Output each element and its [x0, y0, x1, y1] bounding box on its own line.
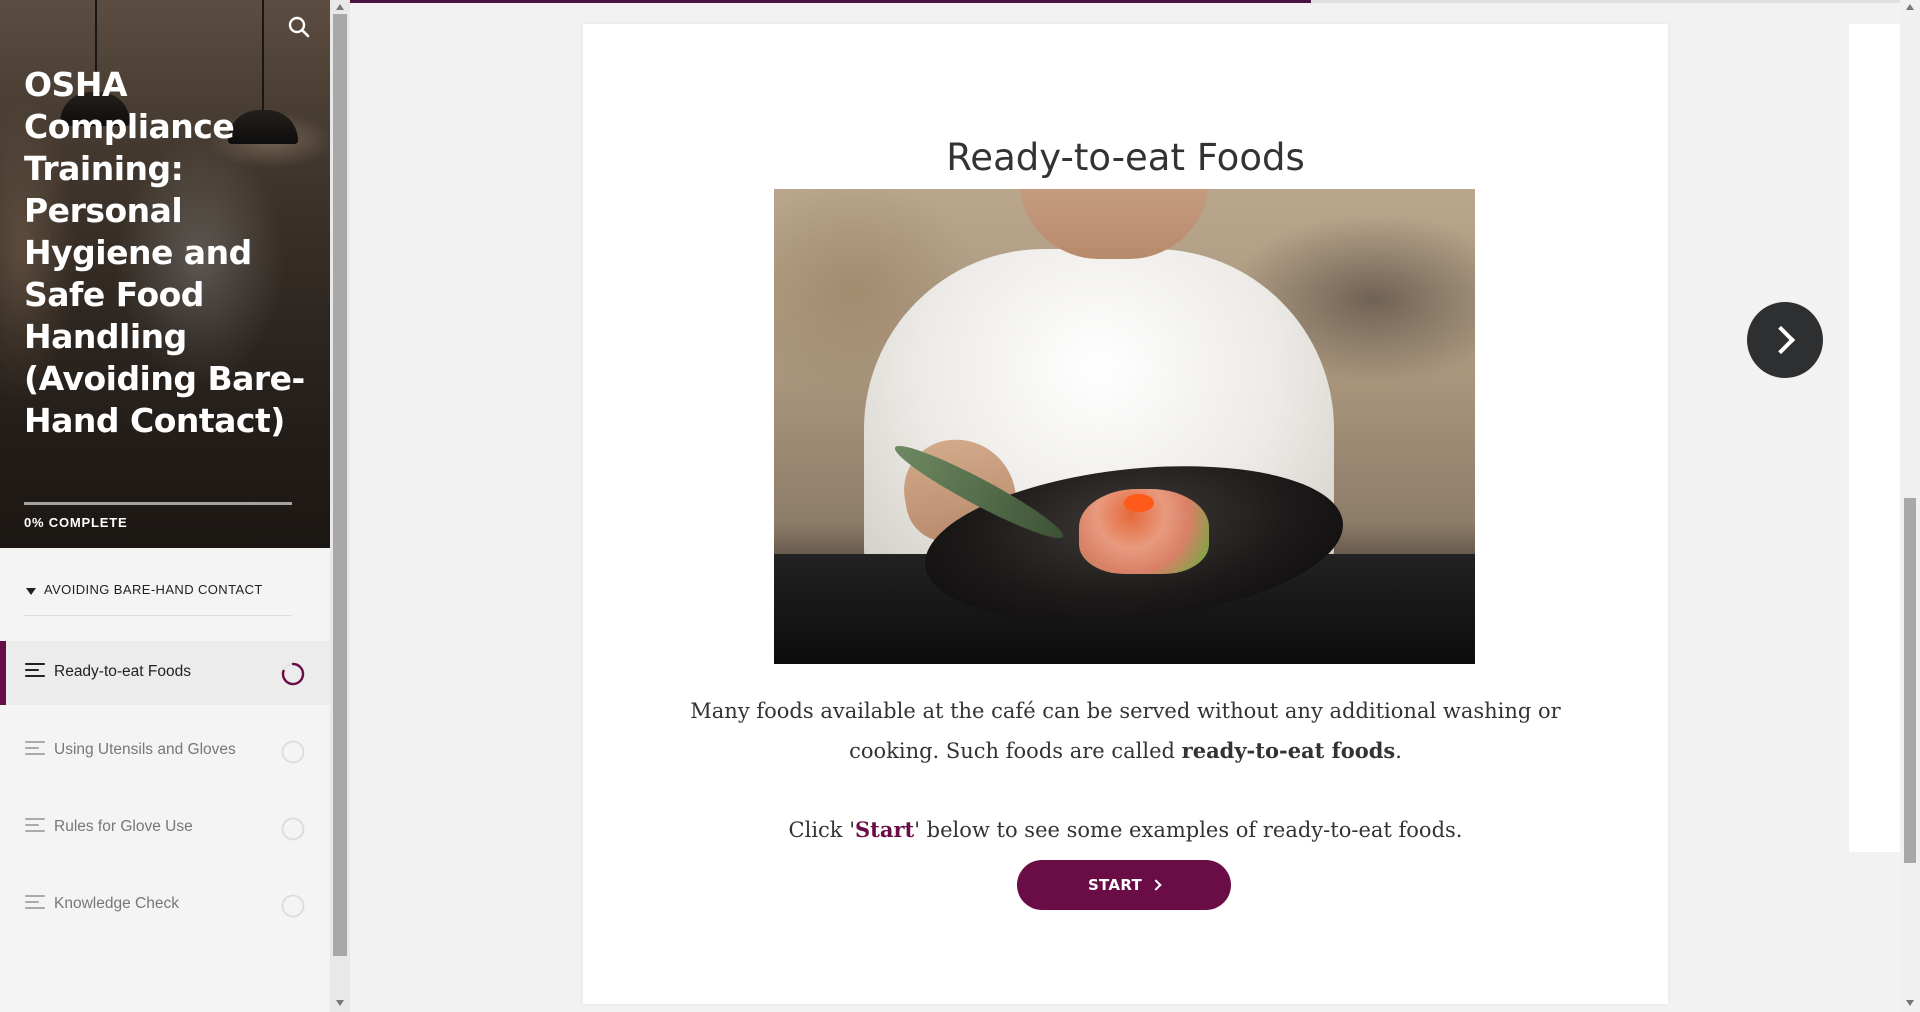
lesson-content-area: Ready-to-eat Foods Many foods available … [350, 0, 1900, 1012]
lesson-text-icon [25, 895, 45, 911]
empty-circle-icon [281, 740, 305, 764]
sidebar-scroll-thumb[interactable] [333, 14, 347, 956]
lesson-item-rules-for-glove-use[interactable]: Rules for Glove Use [0, 796, 330, 860]
paragraph-text: . [1395, 739, 1402, 763]
sidebar-scrollbar[interactable] [330, 0, 350, 1012]
instruction-paragraph: Click 'Start' below to see some examples… [663, 810, 1588, 850]
lesson-progress-bar [350, 0, 1900, 3]
chevron-right-icon [1150, 879, 1162, 891]
empty-circle-icon [281, 817, 305, 841]
chef-serving-dish-image [774, 189, 1475, 664]
course-progress-label: 0% COMPLETE [24, 515, 128, 530]
lesson-label: Rules for Glove Use [54, 818, 193, 835]
course-title: OSHA Compliance Training: Personal Hygie… [24, 65, 305, 440]
lesson-label: Ready-to-eat Foods [54, 663, 191, 680]
course-progress-bar [24, 502, 292, 505]
search-icon[interactable] [286, 14, 312, 40]
scroll-up-arrow-icon[interactable] [1906, 4, 1914, 10]
start-button[interactable]: START [1017, 860, 1231, 910]
lesson-item-knowledge-check[interactable]: Knowledge Check [0, 873, 330, 937]
page-scrollbar[interactable] [1900, 0, 1920, 1012]
intro-paragraph: Many foods available at the café can be … [663, 692, 1588, 771]
lesson-item-ready-to-eat-foods[interactable]: Ready-to-eat Foods [0, 641, 330, 705]
roe-garnish [1124, 494, 1154, 512]
lesson-label: Knowledge Check [54, 895, 179, 912]
next-card-peek [1849, 24, 1900, 852]
lesson-text-icon [25, 741, 45, 757]
caret-down-icon [26, 588, 36, 595]
paragraph-text: Click ' [788, 818, 855, 842]
page-scroll-thumb[interactable] [1904, 498, 1916, 863]
lesson-text-icon [25, 663, 45, 679]
paragraph-text: ' below to see some examples of ready-to… [914, 818, 1463, 842]
scroll-down-arrow-icon[interactable] [1906, 1000, 1914, 1006]
lesson-title: Ready-to-eat Foods [946, 136, 1305, 179]
section-toggle-avoiding-bare-hand-contact[interactable]: AVOIDING BARE-HAND CONTACT [24, 582, 292, 616]
start-button-label: START [1087, 876, 1143, 894]
progress-ring-icon [281, 662, 305, 686]
lesson-item-using-utensils-and-gloves[interactable]: Using Utensils and Gloves [0, 719, 330, 783]
scroll-down-arrow-icon[interactable] [336, 1000, 344, 1006]
lesson-progress-fill [350, 0, 1311, 3]
lesson-card: Ready-to-eat Foods Many foods available … [583, 24, 1668, 1004]
course-sidebar: OSHA Compliance Training: Personal Hygie… [0, 0, 330, 1012]
chevron-right-icon [1766, 325, 1796, 355]
next-lesson-button[interactable] [1747, 302, 1823, 378]
lesson-label: Using Utensils and Gloves [54, 741, 236, 758]
lesson-text-icon [25, 818, 45, 834]
start-keyword: Start [854, 817, 915, 842]
section-label: AVOIDING BARE-HAND CONTACT [44, 582, 263, 597]
course-header: OSHA Compliance Training: Personal Hygie… [0, 0, 330, 548]
ready-to-eat-term: ready-to-eat foods [1181, 738, 1396, 763]
scroll-up-arrow-icon[interactable] [336, 4, 344, 10]
empty-circle-icon [281, 894, 305, 918]
paragraph-text: Many foods available at the café can be … [690, 699, 1561, 763]
